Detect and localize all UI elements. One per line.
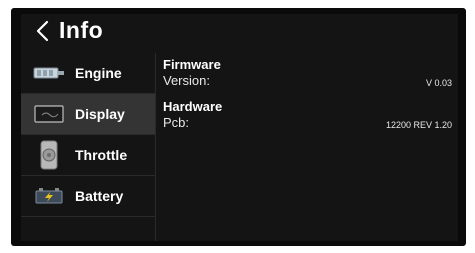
- sidebar-item-battery[interactable]: Battery: [21, 176, 155, 217]
- back-button[interactable]: Info: [21, 14, 103, 47]
- sidebar-item-engine[interactable]: Engine: [21, 53, 155, 94]
- section-title: Firmware: [163, 57, 221, 72]
- hardware-section: Hardware Pcb: 12200 REV 1.20: [163, 95, 458, 137]
- info-content: Firmware Version: V 0.03 Hardware Pcb: 1…: [163, 53, 458, 137]
- sidebar-item-display[interactable]: Display: [21, 94, 155, 135]
- device-screen: Info Engine Display Throttle Battery Fir…: [21, 14, 458, 241]
- field-value: V 0.03: [425, 78, 452, 88]
- display-icon: [27, 99, 71, 129]
- throttle-icon: [27, 140, 71, 170]
- sidebar: Engine Display Throttle Battery: [21, 53, 156, 241]
- sidebar-item-label: Engine: [75, 65, 122, 81]
- engine-icon: [27, 58, 71, 88]
- battery-icon: [27, 181, 71, 211]
- sidebar-item-label: Display: [75, 106, 125, 122]
- sidebar-item-label: Throttle: [75, 147, 128, 163]
- sidebar-item-throttle[interactable]: Throttle: [21, 135, 155, 176]
- firmware-section: Firmware Version: V 0.03: [163, 53, 458, 95]
- field-label: Pcb:: [163, 115, 190, 130]
- section-title: Hardware: [163, 99, 223, 114]
- title-bar: Info: [21, 14, 458, 47]
- sidebar-item-label: Battery: [75, 188, 124, 204]
- page-title: Info: [59, 17, 104, 43]
- chevron-left-icon[interactable]: [35, 20, 51, 42]
- field-value: 12200 REV 1.20: [385, 120, 452, 130]
- field-label: Version:: [163, 73, 210, 88]
